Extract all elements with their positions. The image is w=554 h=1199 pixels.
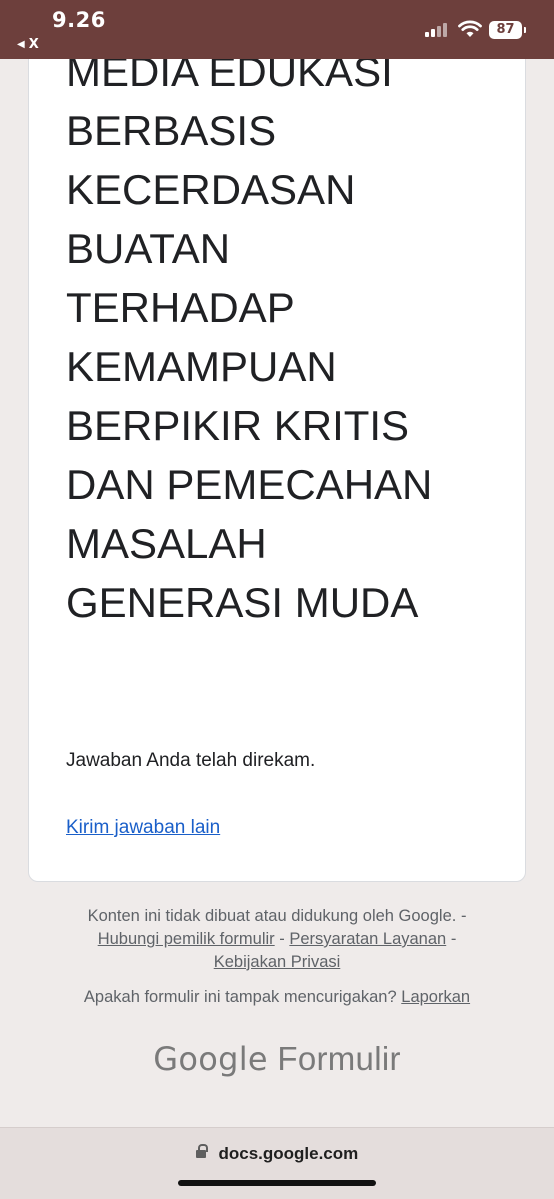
lock-icon	[195, 1144, 208, 1160]
submit-another-response-link[interactable]: Kirim jawaban lain	[66, 817, 220, 839]
form-title-line: DAN PEMECAHAN	[66, 461, 433, 508]
status-bar: 9.26 ◀ X 87	[0, 0, 554, 59]
report-link[interactable]: Laporkan	[401, 988, 470, 1006]
form-title-line: KEMAMPUAN	[66, 343, 337, 390]
report-abuse-line: Apakah formulir ini tampak mencurigakan?…	[0, 988, 554, 1007]
footer-disclaimer: Konten ini tidak dibuat atau didukung ol…	[0, 905, 554, 974]
battery-indicator: 87	[489, 21, 526, 39]
form-title: MEDIA EDUKASI BERBASIS KECERDASAN BUATAN…	[66, 42, 506, 632]
back-to-app-label: X	[28, 37, 39, 52]
brand-forms: Formulir	[277, 1040, 401, 1077]
privacy-policy-link[interactable]: Kebijakan Privasi	[214, 953, 341, 971]
form-title-line: BERPIKIR KRITIS	[66, 402, 410, 449]
browser-address-bar[interactable]: docs.google.com	[0, 1127, 554, 1199]
back-triangle-icon: ◀	[17, 39, 25, 50]
form-response-card: MEDIA EDUKASI BERBASIS KECERDASAN BUATAN…	[28, 0, 526, 882]
contact-owner-link[interactable]: Hubungi pemilik formulir	[98, 930, 275, 948]
terms-of-service-link[interactable]: Persyaratan Layanan	[289, 930, 446, 948]
form-title-line: MASALAH	[66, 520, 267, 567]
google-forms-logo[interactable]: Google Formulir	[0, 1040, 554, 1078]
form-title-line: BERBASIS	[66, 107, 277, 154]
wifi-icon	[458, 20, 482, 37]
separator: -	[460, 907, 467, 925]
status-time: 9.26	[52, 8, 106, 32]
form-title-line: GENERASI MUDA	[66, 579, 419, 626]
separator: -	[450, 930, 457, 948]
brand-google: Google	[153, 1040, 268, 1078]
url-domain: docs.google.com	[218, 1144, 359, 1163]
disclaimer-text: Konten ini tidak dibuat atau didukung ol…	[87, 907, 457, 925]
cellular-signal-icon	[425, 23, 451, 37]
home-indicator[interactable]	[178, 1180, 376, 1186]
form-title-line: BUATAN	[66, 225, 231, 272]
confirmation-message: Jawaban Anda telah direkam.	[66, 750, 316, 771]
separator: -	[279, 930, 285, 948]
suspicious-text: Apakah formulir ini tampak mencurigakan?	[83, 988, 397, 1006]
form-title-line: KECERDASAN	[66, 166, 356, 213]
back-to-app-button[interactable]: ◀ X	[17, 37, 39, 52]
form-title-line: TERHADAP	[66, 284, 295, 331]
